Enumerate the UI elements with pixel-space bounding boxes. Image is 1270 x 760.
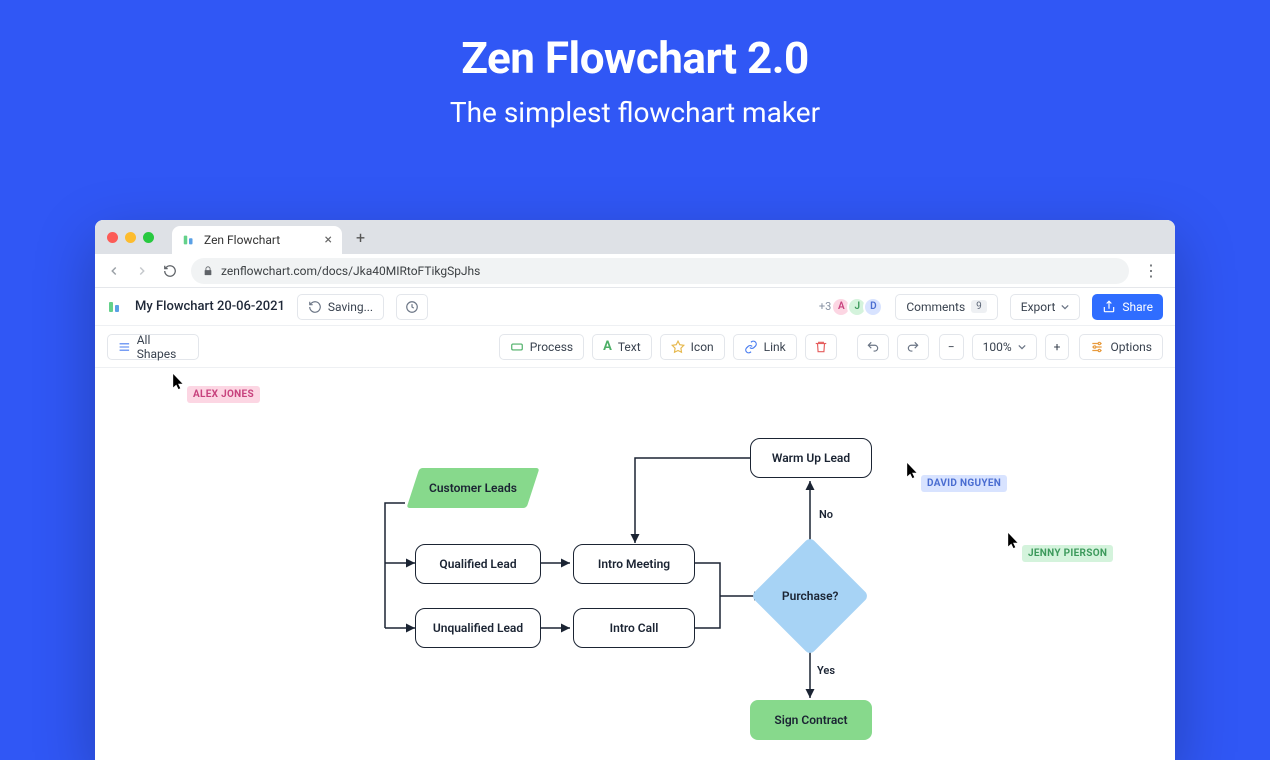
export-button[interactable]: Export [1010, 294, 1081, 320]
node-label: Customer Leads [429, 481, 517, 495]
app-logo-icon [107, 299, 123, 315]
export-label: Export [1021, 300, 1056, 314]
redo-button[interactable] [897, 334, 929, 360]
link-label: Link [764, 340, 786, 354]
node-label: Purchase? [782, 589, 839, 603]
hero: Zen Flowchart 2.0 The simplest flowchart… [0, 0, 1270, 129]
lock-icon [203, 265, 213, 277]
node-label: Intro Call [610, 621, 659, 635]
new-tab-button[interactable]: + [350, 228, 371, 247]
url-text: zenflowchart.com/docs/Jka40MIRtoFTikgSpJ… [221, 264, 480, 278]
collaborator-cursor-jenny: JENNY PIERSON [1022, 545, 1113, 562]
zoom-out-button[interactable]: − [939, 334, 964, 360]
tab-title: Zen Flowchart [204, 233, 280, 247]
node-warm-up-lead[interactable]: Warm Up Lead [750, 438, 872, 478]
forward-button[interactable] [135, 264, 153, 278]
back-button[interactable] [107, 264, 125, 278]
node-label: Warm Up Lead [772, 451, 850, 465]
hero-title: Zen Flowchart 2.0 [0, 32, 1270, 84]
document-name[interactable]: My Flowchart 20-06-2021 [135, 299, 285, 314]
comments-count: 9 [971, 300, 987, 313]
app-header: My Flowchart 20-06-2021 Saving... +3 A J… [95, 288, 1175, 326]
node-label: Qualified Lead [439, 557, 516, 571]
icon-button[interactable]: Icon [660, 334, 725, 360]
zoom-level[interactable]: 100% [972, 334, 1037, 360]
browser-tab[interactable]: Zen Flowchart × [172, 226, 342, 254]
node-intro-meeting[interactable]: Intro Meeting [573, 544, 695, 584]
favicon-icon [182, 233, 196, 247]
browser-window: Zen Flowchart × + zenflowchart.com/docs/… [95, 220, 1175, 760]
history-button[interactable] [396, 294, 428, 320]
browser-address-bar: zenflowchart.com/docs/Jka40MIRtoFTikgSpJ… [95, 254, 1175, 288]
collaborator-avatars[interactable]: +3 A J D [819, 297, 883, 317]
node-qualified-lead[interactable]: Qualified Lead [415, 544, 541, 584]
collaborator-cursor-david: DAVID NGUYEN [921, 475, 1007, 492]
process-button[interactable]: Process [499, 334, 584, 360]
link-button[interactable]: Link [733, 334, 797, 360]
node-label: Sign Contract [774, 713, 847, 727]
undo-button[interactable] [857, 334, 889, 360]
url-input[interactable]: zenflowchart.com/docs/Jka40MIRtoFTikgSpJ… [191, 258, 1129, 284]
close-window-button[interactable] [107, 232, 118, 243]
text-button[interactable]: A Text [592, 334, 652, 360]
browser-tabstrip: Zen Flowchart × + [95, 220, 1175, 254]
text-label: Text [618, 340, 641, 354]
node-intro-call[interactable]: Intro Call [573, 608, 695, 648]
browser-menu-button[interactable]: ⋮ [1139, 261, 1163, 280]
options-button[interactable]: Options [1079, 334, 1163, 360]
cursor-icon [173, 374, 184, 390]
node-label: Unqualified Lead [433, 621, 523, 635]
history-group [857, 334, 929, 360]
maximize-window-button[interactable] [143, 232, 154, 243]
comments-label: Comments [906, 300, 965, 314]
node-purchase-decision[interactable]: Purchase? [751, 537, 870, 656]
window-controls [107, 232, 154, 243]
node-sign-contract[interactable]: Sign Contract [750, 700, 872, 740]
cursor-icon [907, 463, 918, 479]
share-label: Share [1122, 300, 1153, 314]
zoom-in-button[interactable]: + [1045, 334, 1070, 360]
saving-label: Saving... [328, 300, 373, 314]
edge-label-yes: Yes [817, 664, 835, 677]
avatar[interactable]: D [863, 297, 883, 317]
flowchart-canvas[interactable]: Customer Leads Qualified Lead Unqualifie… [95, 368, 1175, 760]
collaborator-cursor-alex: ALEX JONES [187, 386, 260, 403]
process-label: Process [530, 340, 573, 354]
avatars-overflow-count: +3 [819, 300, 831, 313]
close-tab-button[interactable]: × [325, 233, 332, 247]
icon-label: Icon [691, 340, 714, 354]
comments-button[interactable]: Comments 9 [895, 294, 997, 320]
editor-toolbar: All Shapes Process A Text Icon Link [95, 326, 1175, 368]
insert-group: Process A Text Icon Link [499, 334, 837, 360]
all-shapes-button[interactable]: All Shapes [107, 334, 199, 360]
text-icon: A [603, 339, 612, 354]
node-label: Intro Meeting [598, 557, 670, 571]
edge-label-no: No [819, 508, 833, 521]
minimize-window-button[interactable] [125, 232, 136, 243]
share-button[interactable]: Share [1092, 294, 1163, 320]
node-customer-leads[interactable]: Customer Leads [407, 468, 540, 508]
all-shapes-label: All Shapes [137, 333, 188, 361]
reload-button[interactable] [163, 264, 181, 278]
zoom-value: 100% [983, 340, 1012, 354]
saving-indicator: Saving... [297, 294, 384, 320]
node-unqualified-lead[interactable]: Unqualified Lead [415, 608, 541, 648]
cursor-icon [1008, 533, 1019, 549]
options-label: Options [1110, 340, 1152, 354]
zoom-group: − 100% + [939, 334, 1070, 360]
delete-button[interactable] [805, 334, 837, 360]
hero-subtitle: The simplest flowchart maker [0, 96, 1270, 129]
